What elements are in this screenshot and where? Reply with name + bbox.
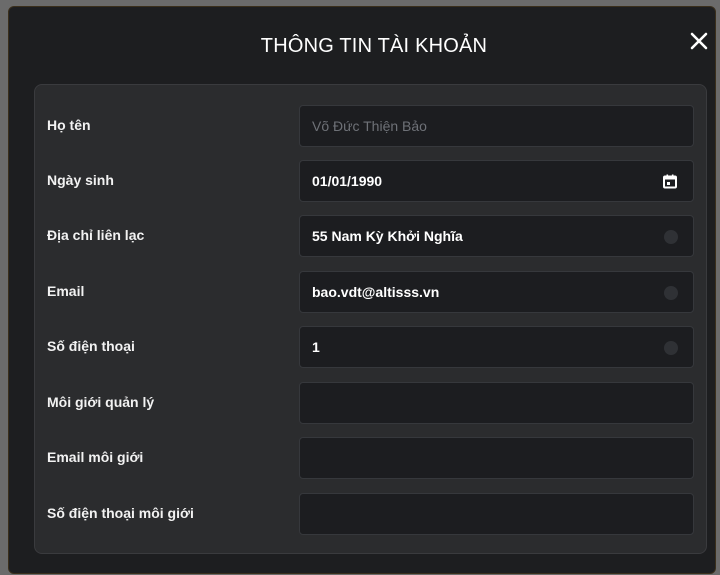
broker-email-input[interactable]	[299, 437, 694, 479]
phone-input[interactable]: 1	[299, 326, 694, 368]
full-name-label: Họ tên	[47, 117, 91, 133]
dialog-title: THÔNG TIN TÀI KHOẢN	[260, 35, 488, 57]
birth-date-label: Ngày sinh	[47, 172, 114, 188]
form-row-phone: Số điện thoại 1	[35, 326, 706, 368]
form-row-email: Email bao.vdt@altisss.vn	[35, 271, 706, 313]
close-icon	[690, 32, 708, 50]
form-row-broker-phone: Số điện thoại môi giới	[35, 493, 706, 535]
calendar-icon[interactable]	[663, 174, 677, 189]
field-status-dot	[664, 341, 678, 355]
field-status-dot	[664, 230, 678, 244]
form-row-broker: Môi giới quản lý	[35, 382, 706, 424]
full-name-input: Võ Đức Thiện Bảo	[299, 105, 694, 147]
form-row-birth-date: Ngày sinh 01/01/1990	[35, 160, 706, 202]
broker-phone-label: Số điện thoại môi giới	[47, 505, 194, 521]
form-row-broker-email: Email môi giới	[35, 437, 706, 479]
phone-value: 1	[312, 339, 320, 355]
broker-email-label: Email môi giới	[47, 449, 144, 465]
account-info-dialog: THÔNG TIN TÀI KHOẢN Họ tên Võ Đức Thiện …	[8, 6, 716, 574]
email-input[interactable]: bao.vdt@altisss.vn	[299, 271, 694, 313]
field-status-dot	[664, 286, 678, 300]
address-input[interactable]: 55 Nam Kỳ Khởi Nghĩa	[299, 215, 694, 257]
phone-label: Số điện thoại	[47, 338, 135, 354]
address-value: 55 Nam Kỳ Khởi Nghĩa	[312, 228, 463, 244]
form-panel: Họ tên Võ Đức Thiện Bảo Ngày sinh 01/01/…	[34, 84, 707, 554]
broker-label: Môi giới quản lý	[47, 394, 155, 410]
email-value: bao.vdt@altisss.vn	[312, 284, 440, 300]
address-label: Địa chỉ liên lạc	[47, 227, 145, 243]
full-name-value: Võ Đức Thiện Bảo	[312, 118, 427, 134]
broker-input[interactable]	[299, 382, 694, 424]
birth-date-input[interactable]: 01/01/1990	[299, 160, 694, 202]
birth-date-value: 01/01/1990	[312, 173, 383, 189]
form-row-address: Địa chỉ liên lạc 55 Nam Kỳ Khởi Nghĩa	[35, 215, 706, 257]
email-label: Email	[47, 283, 85, 299]
broker-phone-input[interactable]	[299, 493, 694, 535]
close-button[interactable]	[687, 29, 711, 53]
form-row-full-name: Họ tên Võ Đức Thiện Bảo	[35, 105, 706, 147]
